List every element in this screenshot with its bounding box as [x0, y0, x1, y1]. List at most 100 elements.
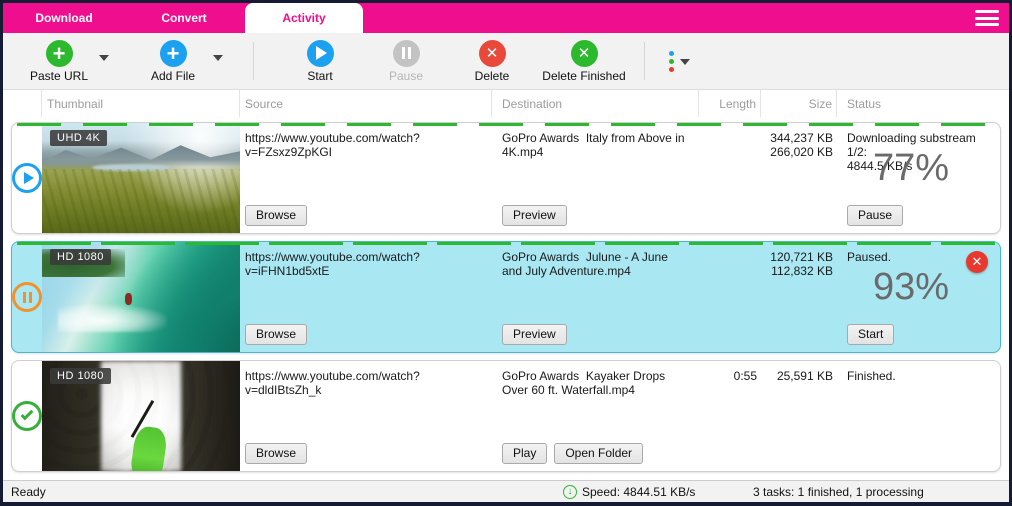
task-row-finished[interactable]: HD 1080 https://www.youtube.com/watch?v=…: [11, 360, 1001, 472]
pause-circle-icon: [392, 39, 420, 67]
play-circle-outline-icon[interactable]: [12, 163, 42, 193]
x-circle-icon: ✕: [478, 39, 506, 67]
download-arrow-icon: ↓: [563, 484, 577, 499]
column-header-length[interactable]: Length: [698, 90, 760, 117]
thumb-decoration: [42, 169, 240, 233]
size-total: 25,591 KB: [776, 369, 833, 383]
hamburger-bar: [975, 16, 999, 20]
pause-label: Pause: [388, 68, 424, 83]
start-button[interactable]: Start: [280, 39, 360, 83]
column-header-size[interactable]: Size: [760, 90, 836, 117]
destination-path: GoPro Awards Italy from Above in 4K.mp4: [502, 131, 688, 159]
statusbar: Ready ↓ Speed: 4844.51 KB/s 3 tasks: 1 f…: [3, 480, 1009, 502]
source-url: https://www.youtube.com/watch?v=dldIBtsZ…: [245, 369, 420, 397]
destination-path: GoPro Awards Julune - A June and July Ad…: [502, 250, 672, 278]
pause-glyph: [401, 47, 411, 59]
size-total: 344,237 KB: [770, 131, 833, 145]
delete-button[interactable]: ✕ Delete: [452, 39, 532, 83]
thumbnail[interactable]: HD 1080: [42, 242, 240, 352]
hamburger-icon[interactable]: [975, 10, 999, 26]
paste-url-label: Paste URL: [29, 68, 89, 83]
column-header-status[interactable]: Status: [836, 90, 1001, 117]
thumbnail[interactable]: UHD 4K: [42, 123, 240, 233]
paste-url-dropdown-arrow[interactable]: [99, 55, 109, 61]
source-url: https://www.youtube.com/watch?v=iFHN1bd5…: [245, 250, 420, 278]
toolbar-separator: [253, 42, 254, 80]
pause-button[interactable]: Pause: [366, 39, 446, 83]
browse-button[interactable]: Browse: [245, 443, 308, 464]
size-total: 120,721 KB: [770, 250, 833, 264]
pause-bar: [22, 291, 26, 303]
row-progress-dashes: [17, 242, 995, 245]
destination-cell: GoPro Awards Julune - A June and July Ad…: [492, 242, 699, 352]
delete-label: Delete: [474, 68, 510, 83]
hamburger-bar: [975, 10, 999, 13]
column-header-source[interactable]: Source: [239, 90, 491, 117]
remove-task-icon[interactable]: ✕: [966, 251, 988, 273]
x-circle-icon: ✕: [570, 39, 598, 67]
tab-convert[interactable]: Convert: [125, 3, 243, 33]
status-cell: Downloading substream 1/2: 4844.5 KB/s 7…: [837, 123, 1000, 233]
row-state-cell: [12, 242, 42, 352]
tab-download[interactable]: Download: [5, 3, 123, 33]
plus-glyph: +: [166, 40, 180, 66]
task-row-downloading[interactable]: UHD 4K https://www.youtube.com/watch?v=F…: [11, 122, 1001, 234]
preview-button[interactable]: Preview: [502, 324, 567, 345]
task-list: UHD 4K https://www.youtube.com/watch?v=F…: [3, 117, 1009, 480]
source-url: https://www.youtube.com/watch?v=FZsxz9Zp…: [245, 131, 420, 159]
open-folder-button[interactable]: Open Folder: [554, 443, 644, 464]
statusbar-speed: ↓ Speed: 4844.51 KB/s: [563, 484, 753, 499]
size-cell: 344,237 KB 266,020 KB: [761, 123, 837, 233]
thumb-decoration: [57, 303, 167, 333]
progress-percent: 93%: [872, 266, 949, 308]
pause-circle-outline-icon[interactable]: [12, 282, 42, 312]
row-state-cell: [12, 123, 42, 233]
pause-task-button[interactable]: Pause: [847, 205, 904, 226]
size-cell: 25,591 KB: [761, 361, 837, 471]
start-label: Start: [307, 68, 333, 83]
speed-text: Speed: 4844.51 KB/s: [582, 484, 696, 499]
add-file-dropdown-arrow[interactable]: [213, 55, 223, 61]
add-file-button[interactable]: + Add File: [133, 39, 213, 83]
status-text-line1: Finished.: [847, 369, 896, 383]
overflow-dropdown-arrow[interactable]: [680, 59, 690, 65]
start-task-button[interactable]: Start: [847, 324, 895, 345]
column-header-destination[interactable]: Destination: [491, 90, 698, 117]
length-cell: [699, 242, 761, 352]
delete-finished-label: Delete Finished: [542, 68, 626, 83]
statusbar-ready-text: Ready: [11, 484, 46, 499]
pause-bar: [28, 291, 32, 303]
source-cell: https://www.youtube.com/watch?v=FZsxz9Zp…: [240, 123, 492, 233]
tab-activity[interactable]: Activity: [245, 3, 363, 33]
paste-url-button[interactable]: + Paste URL: [19, 39, 99, 83]
thumbnail[interactable]: HD 1080: [42, 361, 240, 471]
header-icon-column: [11, 90, 41, 117]
size-done: 266,020 KB: [770, 145, 833, 159]
dot-green: [669, 58, 674, 64]
source-cell: https://www.youtube.com/watch?v=dldIBtsZ…: [240, 361, 492, 471]
column-header-thumbnail[interactable]: Thumbnail: [41, 90, 239, 117]
add-file-label: Add File: [150, 68, 196, 83]
browse-button[interactable]: Browse: [245, 324, 308, 345]
app-window: Download Convert Activity + Paste URL + …: [0, 0, 1012, 506]
preview-button[interactable]: Preview: [502, 205, 567, 226]
statusbar-tasks-text: 3 tasks: 1 finished, 1 processing: [753, 484, 924, 499]
table-header: Thumbnail Source Destination Length Size…: [3, 90, 1009, 117]
length-cell: 0:55: [733, 369, 757, 383]
app-frame: Download Convert Activity + Paste URL + …: [3, 3, 1009, 502]
check-circle-outline-icon: [12, 401, 42, 431]
quality-badge: HD 1080: [50, 368, 111, 384]
play-glyph: [23, 172, 34, 184]
delete-finished-button[interactable]: ✕ Delete Finished: [538, 39, 630, 83]
check-glyph: [20, 407, 34, 421]
hamburger-bar: [975, 23, 999, 26]
quality-badge: UHD 4K: [50, 130, 108, 146]
destination-path: GoPro Awards Kayaker Drops Over 60 ft. W…: [502, 369, 669, 397]
play-circle-icon: [306, 39, 334, 67]
destination-cell: GoPro Awards Kayaker Drops Over 60 ft. W…: [492, 361, 699, 471]
three-dots-icon[interactable]: [669, 50, 674, 72]
task-row-paused[interactable]: ✕ HD 1080 https://www.youtube.com/watch?…: [11, 241, 1001, 353]
row-progress-dashes: [17, 123, 995, 126]
browse-button[interactable]: Browse: [245, 205, 308, 226]
play-button[interactable]: Play: [502, 443, 548, 464]
